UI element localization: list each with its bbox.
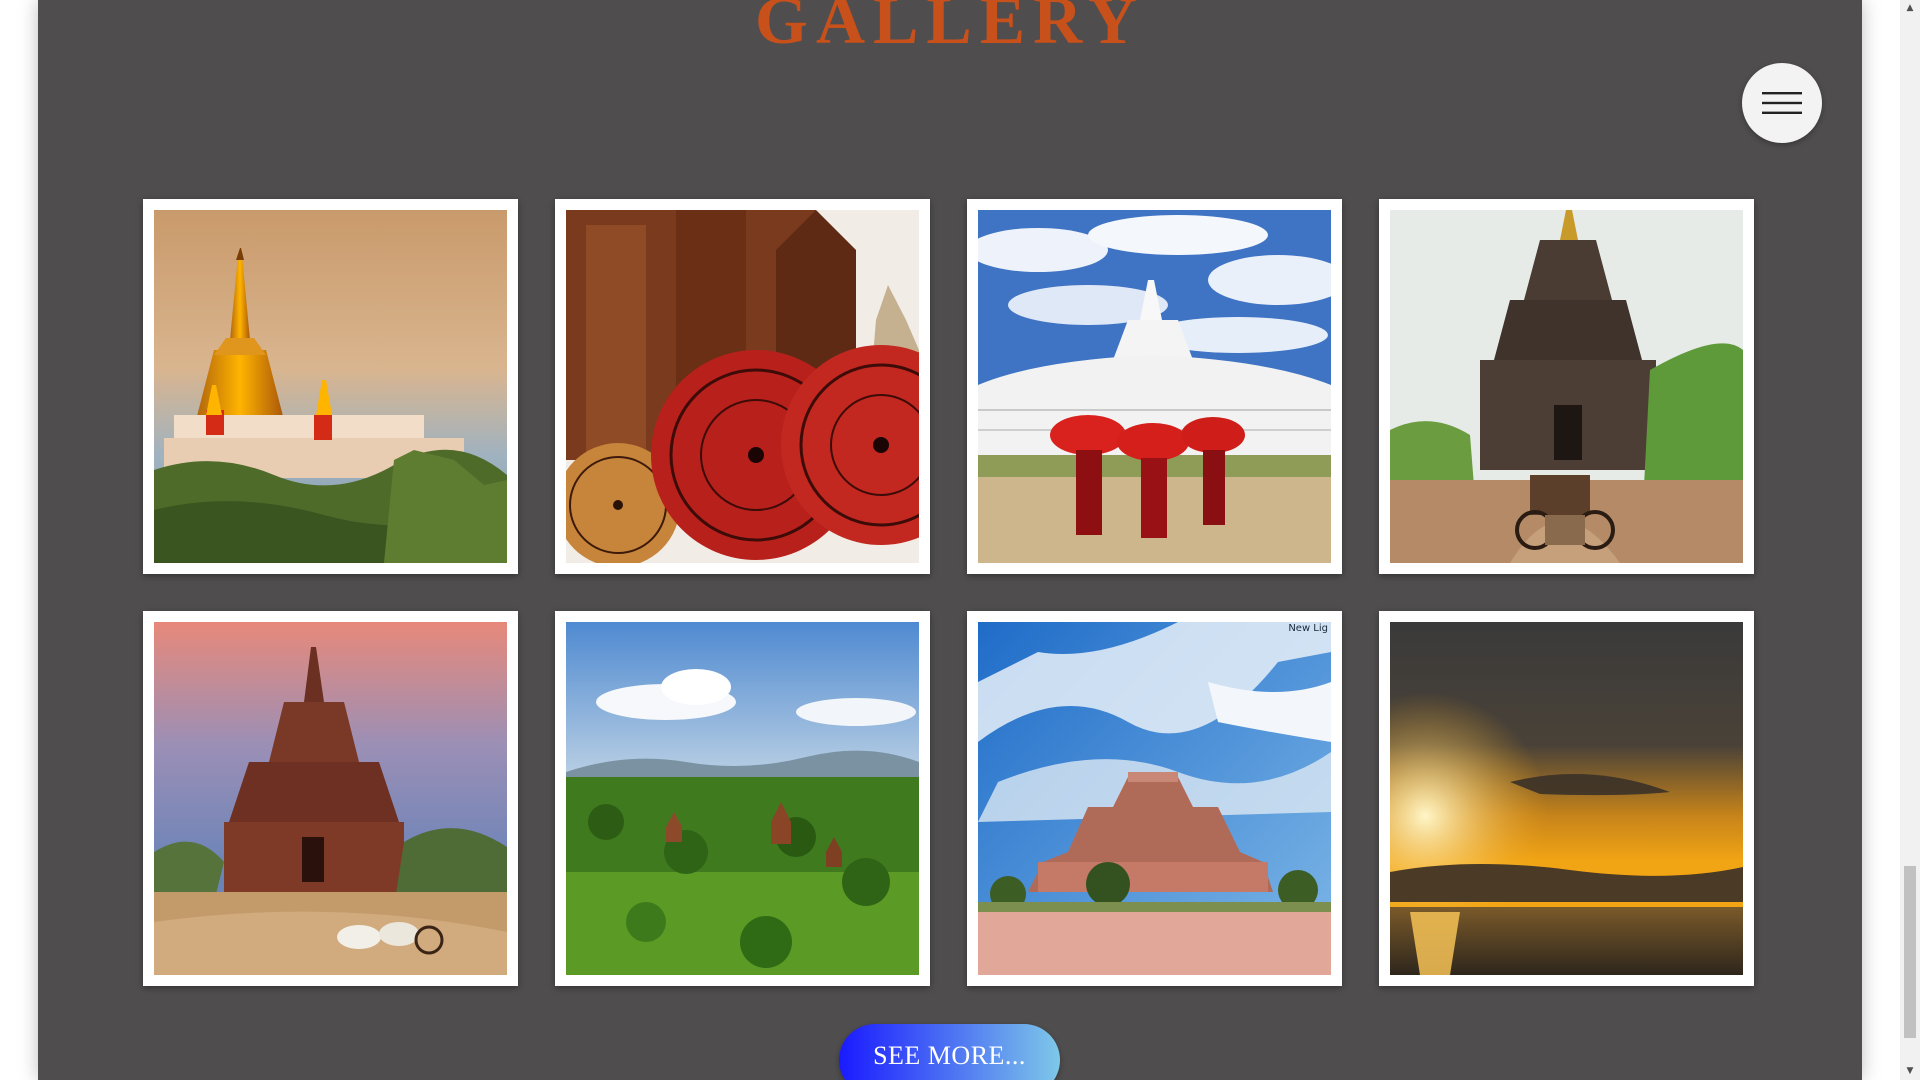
white-pagoda-monks-image	[978, 210, 1331, 563]
golden-sunset-river-image	[1390, 622, 1743, 975]
green-plain-temples-image	[566, 622, 919, 975]
scroll-up-arrow-icon[interactable]: ▲	[1900, 0, 1920, 17]
gallery-image-red-temple[interactable]	[143, 611, 518, 986]
gallery-title: GALLERY	[755, 0, 1145, 58]
page-scrollbar[interactable]: ▲ ▼	[1900, 0, 1920, 1080]
menu-button[interactable]	[1742, 63, 1822, 143]
page: GALLERY New Lig SEE MORE... ▲ ▼	[0, 0, 1920, 1080]
gallery-section: GALLERY New Lig SEE MORE...	[38, 0, 1862, 1080]
scroll-down-arrow-icon[interactable]: ▼	[1900, 1063, 1920, 1080]
gallery-image-white-pagoda[interactable]	[967, 199, 1342, 574]
hamburger-menu-icon	[1762, 92, 1802, 114]
red-temple-ox-cart-image	[154, 622, 507, 975]
scroll-thumb[interactable]	[1904, 866, 1916, 1038]
gallery-image-sunset[interactable]	[1379, 611, 1754, 986]
red-parasols-image	[566, 210, 919, 563]
gallery-image-ruined-temple[interactable]: New Lig	[967, 611, 1342, 986]
gallery-image-temple-cart[interactable]	[1379, 199, 1754, 574]
gallery-image-green-plain[interactable]	[555, 611, 930, 986]
temple-horse-cart-image	[1390, 210, 1743, 563]
gallery-image-parasols[interactable]	[555, 199, 930, 574]
ruined-temple-blue-sky-image	[978, 622, 1331, 975]
gallery-image-golden-pagoda[interactable]	[143, 199, 518, 574]
golden-pagoda-image	[154, 210, 507, 563]
see-more-button[interactable]: SEE MORE...	[839, 1024, 1060, 1080]
image-watermark: New Lig	[1288, 623, 1328, 634]
